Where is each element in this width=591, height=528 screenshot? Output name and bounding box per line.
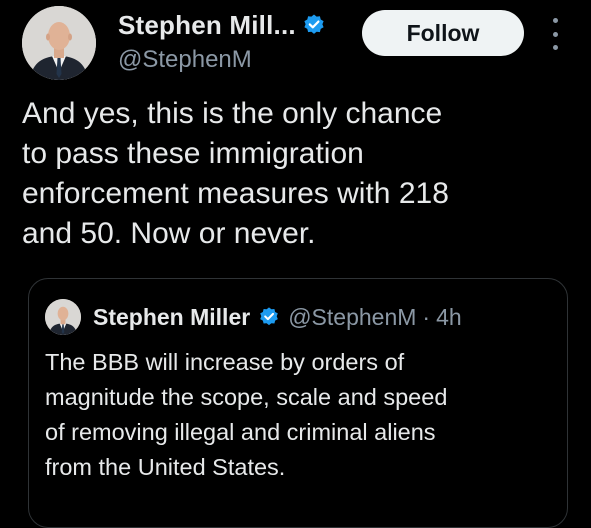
quoted-tweet-timestamp[interactable]: 4h [436,304,462,331]
tweet-text: And yes, this is the only chance to pass… [22,97,449,250]
profile-photo [45,299,81,335]
quoted-tweet-header: Stephen Miller @StephenM · 4h [45,299,462,335]
follow-button[interactable]: Follow [362,10,524,56]
tweet-header: Stephen Mill... @StephenM Follow [22,4,582,84]
more-dot [552,31,558,37]
verified-badge-icon[interactable] [302,13,326,37]
more-dot [552,45,558,50]
display-name-row: Stephen Mill... [118,8,326,42]
separator-dot: · [422,303,431,330]
author-name-block: Stephen Mill... @StephenM [118,8,326,74]
quoted-author-display-name[interactable]: Stephen Miller [93,304,250,331]
verified-badge-icon [258,306,280,328]
author-handle[interactable]: @StephenM [118,46,326,74]
more-dot [552,18,558,23]
quoted-tweet-text: The BBB will increase by orders of magni… [45,349,448,480]
tweet[interactable]: Stephen Mill... @StephenM Follow And yes… [0,0,591,528]
quoted-tweet-card[interactable]: Stephen Miller @StephenM · 4h The BBB wi… [28,278,568,528]
author-display-name[interactable]: Stephen Mill... [118,10,296,41]
author-avatar[interactable] [22,6,96,80]
profile-photo [22,6,96,80]
quoted-author-avatar[interactable] [45,299,81,335]
quoted-author-handle[interactable]: @StephenM [288,304,416,331]
more-vertical-icon[interactable] [550,18,560,50]
